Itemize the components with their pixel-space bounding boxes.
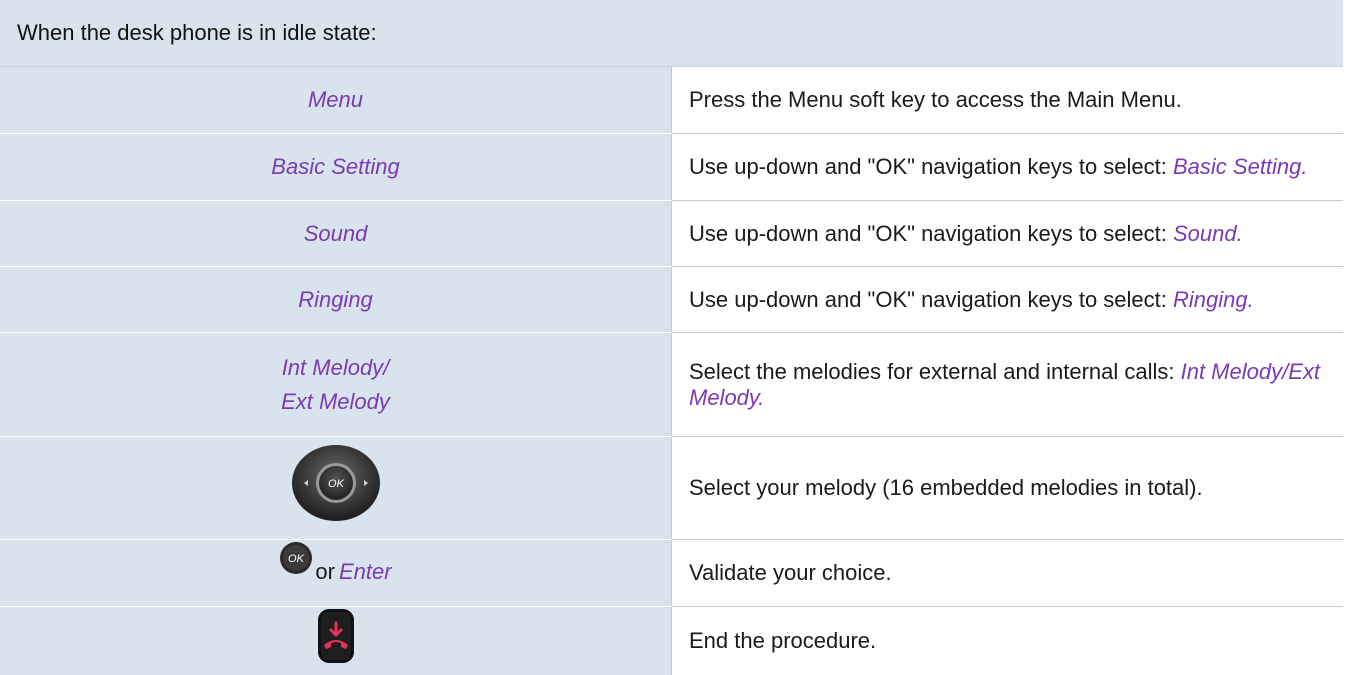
step-description: Use up-down and "OK" navigation keys to … bbox=[672, 134, 1344, 201]
step-description: Use up-down and "OK" navigation keys to … bbox=[672, 201, 1344, 267]
description-text: Validate your choice. bbox=[689, 560, 892, 585]
description-text: End the procedure. bbox=[689, 628, 876, 653]
nav-ok-label: OK bbox=[328, 478, 345, 490]
table-row: OK orEnter Validate your choice. bbox=[0, 540, 1343, 607]
ok-label: OK bbox=[288, 553, 305, 565]
step-description: Select your melody (16 embedded melodies… bbox=[672, 437, 1344, 540]
key-menu: Menu bbox=[0, 67, 672, 134]
key-ringing: Ringing bbox=[0, 267, 672, 333]
description-text: Press the Menu soft key to access the Ma… bbox=[689, 87, 1182, 112]
description-text: Use up-down and "OK" navigation keys to … bbox=[689, 287, 1173, 312]
table-row: OK Select your melody (16 embedded melod… bbox=[0, 437, 1343, 540]
table-row: Basic Setting Use up-down and "OK" navig… bbox=[0, 134, 1343, 201]
step-description: Use up-down and "OK" navigation keys to … bbox=[672, 267, 1344, 333]
description-text: Use up-down and "OK" navigation keys to … bbox=[689, 221, 1173, 246]
key-line-1: Int Melody/ bbox=[282, 355, 390, 380]
key-basic-setting: Basic Setting bbox=[0, 134, 672, 201]
description-emphasis: Sound. bbox=[1173, 221, 1243, 246]
table-row: Ringing Use up-down and "OK" navigation … bbox=[0, 267, 1343, 333]
table-row: Sound Use up-down and "OK" navigation ke… bbox=[0, 201, 1343, 267]
navigation-pad-icon: OK bbox=[290, 442, 382, 534]
key-line-2: Ext Melody bbox=[281, 389, 390, 414]
key-sound: Sound bbox=[0, 201, 672, 267]
table-row: Menu Press the Menu soft key to access t… bbox=[0, 67, 1343, 134]
description-emphasis: Ringing. bbox=[1173, 287, 1254, 312]
table-row: Int Melody/ Ext Melody Select the melodi… bbox=[0, 333, 1343, 437]
description-text: Select the melodies for external and int… bbox=[689, 359, 1181, 384]
description-emphasis: Basic Setting. bbox=[1173, 154, 1308, 179]
step-description: Select the melodies for external and int… bbox=[672, 333, 1344, 437]
table-header: When the desk phone is in idle state: bbox=[0, 0, 1343, 67]
description-text: Use up-down and "OK" navigation keys to … bbox=[689, 154, 1173, 179]
step-description: Press the Menu soft key to access the Ma… bbox=[672, 67, 1344, 134]
key-navigation: OK bbox=[0, 437, 672, 540]
key-enter: Enter bbox=[339, 559, 392, 584]
step-description: Validate your choice. bbox=[672, 540, 1344, 607]
key-ok-or-enter: OK orEnter bbox=[0, 540, 672, 607]
key-int-ext-melody: Int Melody/ Ext Melody bbox=[0, 333, 672, 437]
ok-button-icon: OK bbox=[279, 541, 313, 585]
description-text: Select your melody (16 embedded melodies… bbox=[689, 475, 1203, 500]
procedure-table: When the desk phone is in idle state: Me… bbox=[0, 0, 1343, 675]
or-text: or bbox=[315, 559, 335, 584]
